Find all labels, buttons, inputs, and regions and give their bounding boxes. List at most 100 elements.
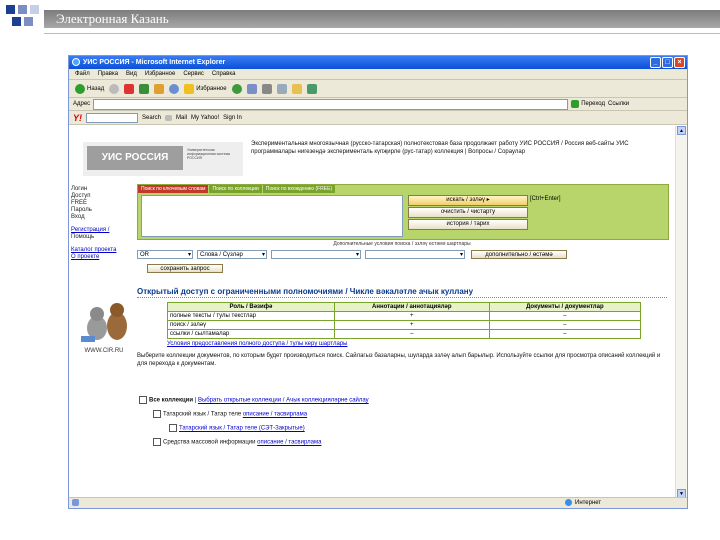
folder-icon[interactable] xyxy=(291,83,302,94)
query-textarea[interactable] xyxy=(141,195,403,237)
refresh-icon[interactable] xyxy=(139,83,150,94)
vertical-scrollbar[interactable]: ▲ ▼ xyxy=(675,126,687,498)
minimize-button[interactable]: _ xyxy=(650,57,661,68)
menu-file[interactable]: Файл xyxy=(75,69,90,79)
sidebar-link-register[interactable]: Регистрация / xyxy=(71,227,109,233)
print-icon[interactable] xyxy=(261,83,272,94)
toolbar: Назад Избранное xyxy=(69,80,687,98)
back-arrow-icon xyxy=(75,83,85,94)
yahoo-toolbar: Y! Search Mail My Yahoo! Sign In xyxy=(69,111,687,125)
sidebar-link-catalog[interactable]: Каталог проекта xyxy=(71,247,116,253)
collection-item: Средства массовой информации описание / … xyxy=(153,438,321,448)
intro-text: Экспериментальная многоязычная (русско-т… xyxy=(251,141,629,155)
table-row: ссылки / сылтамалар – – xyxy=(167,329,642,339)
clear-button[interactable]: очистить / чистарту xyxy=(408,207,528,218)
search-options-row: OR Слова / Сүзләр дополнительно / өстәмә xyxy=(137,250,667,262)
column-header: Аннотации / аннотацияләр xyxy=(333,302,490,312)
sidebar-line: Доступ xyxy=(71,193,91,199)
site-logo[interactable]: УИС РОССИЯ xyxy=(87,146,183,170)
table-row: поиск / эзләү + – xyxy=(167,320,642,330)
home-icon[interactable] xyxy=(154,83,165,94)
yahoo-my-link[interactable]: My Yahoo! xyxy=(191,115,219,121)
history-button[interactable]: история / тарих xyxy=(408,219,528,230)
yahoo-search-input[interactable] xyxy=(86,112,138,123)
table-cell: полные тексты / тулы текстлар xyxy=(167,311,335,321)
maximize-button[interactable]: □ xyxy=(662,57,673,68)
back-button[interactable]: Назад xyxy=(75,83,104,94)
scroll-up-button[interactable]: ▲ xyxy=(677,126,686,135)
table-cell: ссылки / сылтамалар xyxy=(167,329,335,339)
column-header: Документы / документлар xyxy=(488,302,642,312)
sidebar-link-about[interactable]: О проекте xyxy=(71,254,99,260)
address-label: Адрес xyxy=(73,101,91,107)
collection-link[interactable]: Татарский язык / Татар теле (СЭТ-Закрыты… xyxy=(179,426,305,432)
forward-arrow-icon[interactable] xyxy=(109,83,120,94)
collection-checkbox[interactable] xyxy=(153,438,161,446)
links-label[interactable]: Ссылки xyxy=(608,101,629,107)
collection-link[interactable]: описание / тасвирлама xyxy=(257,440,321,446)
access-conditions-link[interactable]: Условия предоставления полного доступа /… xyxy=(167,340,637,348)
sidebar-line: Логин xyxy=(71,186,88,192)
collections-instructions: Выберите коллекции документов, по которы… xyxy=(137,353,661,367)
search-tabs: Поиск по ключевым словам Поиск по коллек… xyxy=(138,185,337,193)
internet-zone-icon xyxy=(565,499,572,506)
save-query-button[interactable]: сохранить запрос xyxy=(147,264,223,273)
yahoo-signin-link[interactable]: Sign In xyxy=(223,115,242,121)
tab-keywords[interactable]: Поиск по ключевым словам xyxy=(138,185,210,193)
menu-help[interactable]: Справка xyxy=(212,69,236,79)
menu-edit[interactable]: Правка xyxy=(98,69,118,79)
collection-link[interactable]: описание / тасвирлама xyxy=(243,412,307,418)
mail-icon xyxy=(165,114,173,121)
table-header-row: Роль / Вәзифә Аннотации / аннотацияләр Д… xyxy=(167,302,642,312)
table-cell: – xyxy=(488,329,642,339)
star-icon xyxy=(184,83,195,94)
section-title: Открытый доступ с ограниченными полномоч… xyxy=(137,286,667,298)
yahoo-logo[interactable]: Y! xyxy=(73,113,82,123)
collection-item: Татарский язык / Татар теле (СЭТ-Закрыты… xyxy=(169,424,305,434)
search-panel: Поиск по ключевым словам Поиск по коллек… xyxy=(137,184,669,240)
stop-icon[interactable] xyxy=(124,83,135,94)
filter-select[interactable] xyxy=(271,250,361,260)
yahoo-mail-link[interactable]: Mail xyxy=(176,115,187,121)
favorites-button[interactable]: Избранное xyxy=(184,83,227,94)
mascot-caption: WWW.CIR.RU xyxy=(85,348,124,354)
access-table: Роль / Вәзифә Аннотации / аннотацияләр Д… xyxy=(167,302,642,339)
menu-bar: Файл Правка Вид Избранное Сервис Справка xyxy=(69,69,687,80)
value-input[interactable] xyxy=(365,250,465,260)
sidebar-line: Вход xyxy=(71,214,85,220)
page-content: УИС РОССИЯ Университетская информационна… xyxy=(69,126,675,498)
edit-icon[interactable] xyxy=(276,83,287,94)
go-button[interactable]: Переход xyxy=(571,100,605,108)
collection-link[interactable]: Выбрать открытые коллекции / Ачык коллек… xyxy=(198,398,369,404)
window-title: УИС РОССИЯ - Microsoft Internet Explorer xyxy=(83,59,226,66)
operator-select[interactable]: OR xyxy=(137,250,193,260)
yahoo-search-button[interactable]: Search xyxy=(142,115,161,121)
history-icon[interactable] xyxy=(231,83,242,94)
sidebar-line: Пароль xyxy=(71,207,92,213)
menu-view[interactable]: Вид xyxy=(126,69,137,79)
table-cell: поиск / эзләү xyxy=(167,320,335,330)
collection-checkbox[interactable] xyxy=(169,424,177,432)
extended-search-button[interactable]: дополнительно / өстәмә xyxy=(471,250,567,259)
bullet-square xyxy=(18,5,27,14)
status-zone: Интернет xyxy=(575,500,602,506)
messenger-icon[interactable] xyxy=(306,83,317,94)
collection-checkbox[interactable] xyxy=(139,396,147,404)
menu-favorites[interactable]: Избранное xyxy=(145,69,175,79)
bullet-square xyxy=(12,17,21,26)
search-button[interactable]: искать / эзләү ▸ xyxy=(408,195,528,206)
mail-icon[interactable] xyxy=(246,83,257,94)
tab-collection[interactable]: Поиск по коллекции xyxy=(209,185,263,193)
table-cell: + xyxy=(333,311,490,321)
field-select[interactable]: Слова / Сүзләр xyxy=(197,250,267,260)
tab-occurrence[interactable]: Поиск по вхождению (FREE) xyxy=(262,185,337,193)
ie-logo-icon xyxy=(72,58,80,66)
collection-checkbox[interactable] xyxy=(153,410,161,418)
page-icon xyxy=(72,499,79,506)
bullet-square xyxy=(30,5,39,14)
menu-tools[interactable]: Сервис xyxy=(183,69,204,79)
close-button[interactable]: × xyxy=(674,57,685,68)
status-bar: Интернет xyxy=(69,497,687,508)
address-input[interactable] xyxy=(93,98,569,110)
search-icon[interactable] xyxy=(169,83,180,94)
